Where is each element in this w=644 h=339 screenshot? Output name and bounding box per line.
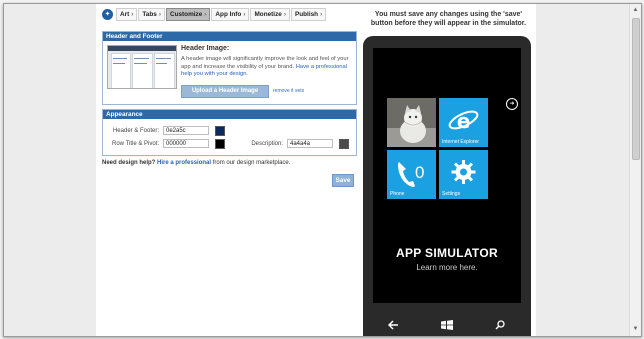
simulator-title: APP SIMULATOR xyxy=(396,246,498,260)
save-button[interactable]: Save xyxy=(332,174,354,187)
scrollbar-thumb[interactable] xyxy=(632,18,640,160)
row-title-pivot-swatch[interactable] xyxy=(215,139,225,149)
scroll-down-icon[interactable]: ▼ xyxy=(631,325,640,334)
description-label: Description: xyxy=(251,141,283,147)
header-footer-swatch[interactable] xyxy=(215,126,225,136)
header-footer-title: Header and Footer xyxy=(103,32,356,41)
header-footer-label: Header & Footer: xyxy=(112,128,159,134)
appearance-title: Appearance xyxy=(103,110,356,119)
wizard-step-publish[interactable]: Publish › xyxy=(290,7,327,21)
description-color-input[interactable]: 4a4a4a xyxy=(287,139,333,148)
save-notice: You must save any changes using the 'sav… xyxy=(370,11,527,27)
back-arrow-icon[interactable] xyxy=(387,320,399,332)
row-title-pivot-color-input[interactable]: 000000 xyxy=(163,139,209,148)
remove-image-link[interactable]: remove it sets xyxy=(273,88,304,94)
phone-screen[interactable]: ➜ e Internet Explorer 0 Phone Settings A… xyxy=(373,48,521,303)
screenshot-frame: ✦ Art › Tabs › Customize › App Info › Moneti… xyxy=(3,3,642,337)
phone-simulator: ➜ e Internet Explorer 0 Phone Settings A… xyxy=(363,36,531,336)
wizard-step-customize[interactable]: Customize › xyxy=(165,7,211,21)
row-title-pivot-label: Row Title & Pivot: xyxy=(111,141,159,147)
wizard-step-art[interactable]: Art › xyxy=(116,7,138,21)
wizard-step-tabs[interactable]: Tabs › xyxy=(138,7,165,21)
scroll-up-icon[interactable]: ▲ xyxy=(631,6,640,15)
simulator-subtitle[interactable]: Learn more here. xyxy=(373,263,521,272)
upload-header-image-button[interactable]: Upload a Header Image xyxy=(181,85,269,98)
phone-label: Phone xyxy=(390,191,405,197)
wizard-step-app-info[interactable]: App Info › xyxy=(211,7,250,21)
settings-label: Settings xyxy=(442,191,461,197)
internet-explorer-label: Internet Explorer xyxy=(442,139,479,145)
windows-logo-icon[interactable] xyxy=(441,320,453,332)
design-help-text: Need design help? Hire a professional fr… xyxy=(102,160,291,166)
search-icon[interactable] xyxy=(495,320,505,332)
internet-explorer-tile[interactable]: e Internet Explorer xyxy=(439,98,488,147)
header-footer-section: Header and Footer Header Image: A header… xyxy=(102,31,357,105)
header-image-title: Header Image: xyxy=(181,45,230,52)
arrow-right-circle-icon[interactable]: ➜ xyxy=(506,98,518,110)
description-swatch[interactable] xyxy=(339,139,349,149)
vertical-scrollbar[interactable]: ▲ ▼ xyxy=(629,4,641,336)
header-footer-color-input[interactable]: 0e2a5c xyxy=(163,126,209,135)
hire-professional-link[interactable]: Hire a professional xyxy=(157,160,211,166)
wizard-steps: ✦ Art › Tabs › Customize › App Info › Moneti… xyxy=(102,7,327,21)
cat-photo-icon xyxy=(387,98,436,147)
settings-tile[interactable]: Settings xyxy=(439,150,488,199)
phone-tile[interactable]: 0 Phone xyxy=(387,150,436,199)
wizard-logo-icon: ✦ xyxy=(102,8,113,20)
phone-count: 0 xyxy=(415,163,425,182)
appearance-section: Appearance Header & Footer: 0e2a5c Row T… xyxy=(102,109,357,156)
header-image-preview xyxy=(107,45,177,89)
wizard-step-monetize[interactable]: Monetize › xyxy=(250,7,290,21)
page-content: ✦ Art › Tabs › Customize › App Info › Moneti… xyxy=(96,4,536,336)
header-image-description: A header image will significantly improv… xyxy=(181,56,349,78)
photo-tile[interactable] xyxy=(387,98,436,147)
